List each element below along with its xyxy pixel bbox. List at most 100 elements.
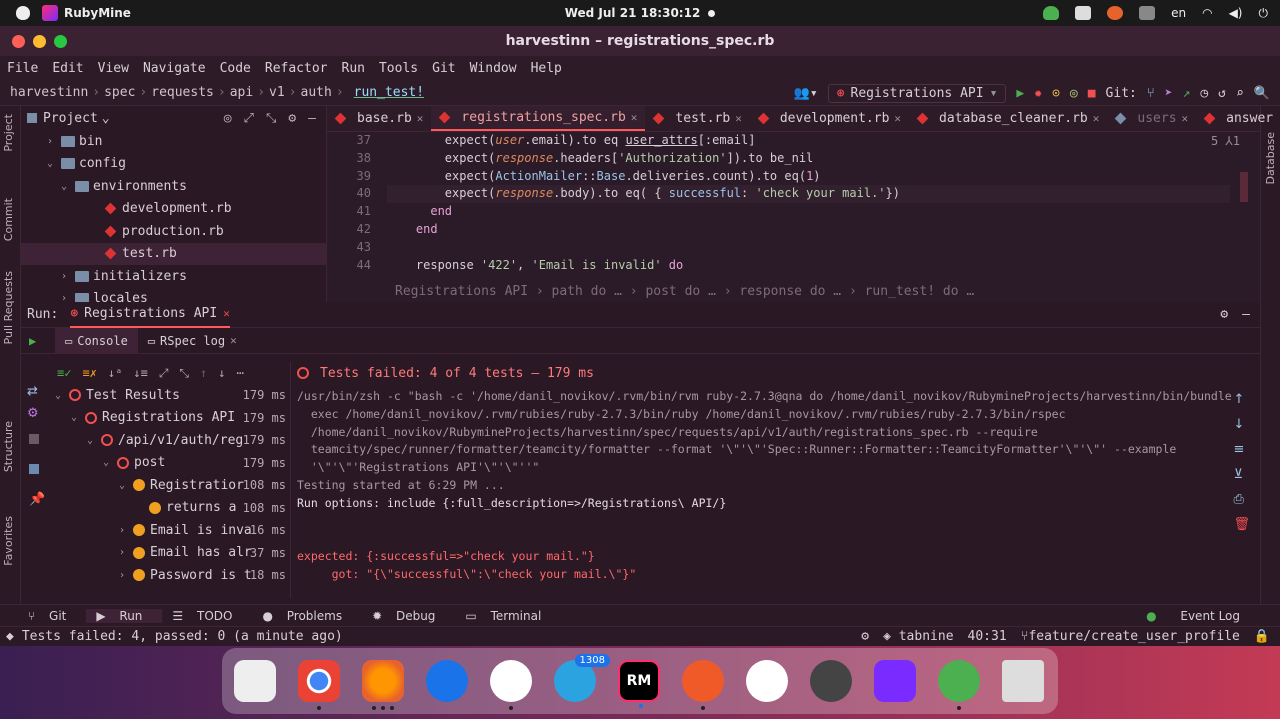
menu-item-refactor[interactable]: Refactor — [258, 61, 335, 76]
thunderbird-icon[interactable] — [426, 660, 468, 702]
tree-arrow-icon[interactable]: ⌄ — [47, 158, 61, 169]
status-message[interactable]: Tests failed: 4, passed: 0 (a minute ago… — [14, 629, 343, 644]
close-icon[interactable]: ✕ — [223, 307, 230, 320]
run-icon[interactable]: ▶ — [1016, 86, 1024, 101]
tab-console[interactable]: ▭ Console — [55, 327, 138, 354]
project-item[interactable]: production.rb — [21, 220, 326, 243]
commit-tool-button[interactable]: Commit — [2, 198, 15, 241]
hide-icon[interactable]: – — [1242, 307, 1250, 322]
wifi-icon[interactable]: ◠ — [1202, 6, 1212, 20]
expand-all-icon[interactable]: ⤢ — [244, 111, 254, 126]
tool-todo[interactable]: ☰ TODO — [162, 609, 252, 623]
test-result-item[interactable]: ⌄ /api/v1/auth/reg 179 ms — [49, 429, 290, 452]
breadcrumb-item[interactable]: requests — [147, 85, 218, 100]
sort-alpha-icon[interactable]: ↓ᵃ — [108, 366, 122, 380]
send-icon[interactable] — [1139, 6, 1156, 20]
expand-icon[interactable]: ⤢ — [159, 366, 169, 381]
breadcrumb-item[interactable]: spec — [100, 85, 139, 100]
status-settings-icon[interactable]: ⚙ — [861, 629, 869, 644]
locate-icon[interactable]: ◎ — [224, 111, 232, 126]
test-result-item[interactable]: ⌄ Registrations API 179 ms — [49, 407, 290, 430]
debug-icon[interactable]: ✹ — [1034, 86, 1042, 101]
tree-arrow-icon[interactable]: ⌄ — [119, 480, 133, 491]
run-config-tab[interactable]: ⊛ Registrations API ✕ — [70, 302, 230, 328]
menu-item-view[interactable]: View — [91, 61, 136, 76]
history-icon[interactable]: ◷ — [1200, 86, 1208, 101]
tree-arrow-icon[interactable]: › — [119, 570, 133, 581]
tree-arrow-icon[interactable]: ⌄ — [87, 435, 101, 446]
test-result-item[interactable]: › Email is inva 16 ms — [49, 519, 290, 542]
print-icon[interactable]: ⎙ — [1233, 492, 1250, 507]
music-icon[interactable] — [746, 660, 788, 702]
soft-wrap-icon[interactable]: ≡ — [1233, 442, 1250, 457]
lock-icon[interactable]: 🔒 — [1254, 629, 1270, 644]
caret-position[interactable]: 40:31 — [968, 629, 1007, 644]
shield-icon[interactable] — [1043, 6, 1060, 20]
test-result-item[interactable]: ⌄ Registratior 108 ms — [49, 474, 290, 497]
git-update-icon[interactable]: ⑂ — [1147, 86, 1155, 101]
gear-icon[interactable]: ⚙ — [1220, 307, 1228, 322]
breadcrumb-item[interactable]: harvestinn — [6, 85, 92, 100]
tool-problems[interactable]: ● Problems — [252, 609, 362, 623]
atom-icon[interactable] — [938, 660, 980, 710]
firefox-icon[interactable] — [362, 660, 404, 710]
database-tool-button[interactable]: Database — [1264, 132, 1277, 185]
speedometer-icon[interactable] — [810, 660, 852, 702]
menu-item-navigate[interactable]: Navigate — [136, 61, 213, 76]
code-breadcrumb[interactable]: Registrations API › path do … › post do … — [327, 280, 1260, 302]
telegram-icon[interactable]: 1308 — [554, 654, 610, 702]
tool-run[interactable]: ▶ Run — [86, 608, 163, 623]
editor-tab[interactable]: database_cleaner.rb ✕ — [909, 106, 1107, 131]
show-passed-icon[interactable]: ≡✓ — [57, 366, 71, 380]
run-config-selector[interactable]: ⊛ Registrations API ▾ — [827, 83, 1007, 103]
apple-icon[interactable] — [16, 6, 30, 20]
chrome-icon[interactable] — [298, 660, 340, 710]
code-text[interactable]: expect(user.email).to eq user_attrs[:ema… — [387, 132, 1230, 274]
podcast-icon[interactable] — [874, 660, 916, 702]
editor-tab[interactable]: answer — [1196, 106, 1280, 131]
search-icon[interactable]: ⌕ — [1236, 86, 1244, 101]
test-result-item[interactable]: › Email has alr 37 ms — [49, 542, 290, 565]
close-window-button[interactable] — [12, 35, 25, 48]
close-tab-icon[interactable]: ✕ — [1182, 112, 1189, 125]
app-menu[interactable]: RubyMine — [42, 5, 131, 21]
git-commit-icon[interactable]: ↗ — [1183, 86, 1191, 101]
editor-tab[interactable]: users ✕ — [1107, 106, 1196, 131]
up-icon[interactable]: ↑ — [1233, 392, 1250, 407]
breadcrumb-item[interactable]: api — [226, 85, 257, 100]
gear-icon[interactable]: ⚙ — [288, 111, 296, 126]
slack-icon[interactable] — [490, 660, 532, 710]
show-ignored-icon[interactable]: ≡✗ — [82, 366, 96, 380]
language-indicator[interactable]: en — [1171, 6, 1186, 20]
volume-icon[interactable]: ◀) — [1229, 6, 1243, 20]
tool-terminal[interactable]: ▭ Terminal — [455, 609, 561, 623]
test-result-item[interactable]: › Password is t 18 ms — [49, 564, 290, 587]
tool-event-log[interactable]: ● Event Log — [1126, 609, 1280, 623]
pin-icon[interactable]: 📌 — [29, 492, 45, 507]
scroll-end-icon[interactable]: ⊻ — [1233, 467, 1250, 482]
tabnine-widget[interactable]: ◈ tabnine — [883, 629, 953, 644]
sort-duration-icon[interactable]: ↓≡ — [133, 366, 147, 380]
close-tab-icon[interactable]: ✕ — [417, 112, 424, 125]
rerun-failed-icon[interactable]: ⇄ — [27, 384, 38, 399]
hide-icon[interactable]: – — [308, 111, 316, 126]
project-item[interactable]: › initializers — [21, 265, 326, 288]
next-icon[interactable]: ↓ — [218, 366, 225, 380]
project-tool-button[interactable]: Project — [2, 114, 15, 152]
down-icon[interactable]: ↓ — [1233, 417, 1250, 432]
postman-icon[interactable] — [682, 660, 724, 710]
profile-icon[interactable]: ◎ — [1070, 86, 1078, 101]
trash-icon[interactable] — [1002, 660, 1044, 702]
project-item[interactable]: development.rb — [21, 198, 326, 221]
menu-item-help[interactable]: Help — [524, 61, 569, 76]
project-item[interactable]: ⌄ environments — [21, 175, 326, 198]
code-area[interactable]: 3738394041424344 💡 5 ⅄1 expect(user.emai… — [327, 132, 1260, 282]
stop-icon[interactable] — [29, 434, 39, 444]
settings-icon[interactable]: ⚙ — [27, 406, 39, 421]
collapse-all-icon[interactable]: ⤡ — [266, 111, 276, 126]
maximize-window-button[interactable] — [54, 35, 67, 48]
editor-tab[interactable]: development.rb ✕ — [750, 106, 909, 131]
rollback-icon[interactable]: ↺ — [1218, 86, 1226, 101]
stop-icon[interactable]: ■ — [1088, 86, 1096, 101]
git-branch-widget[interactable]: ⑂feature/create_user_profile — [1021, 629, 1240, 644]
